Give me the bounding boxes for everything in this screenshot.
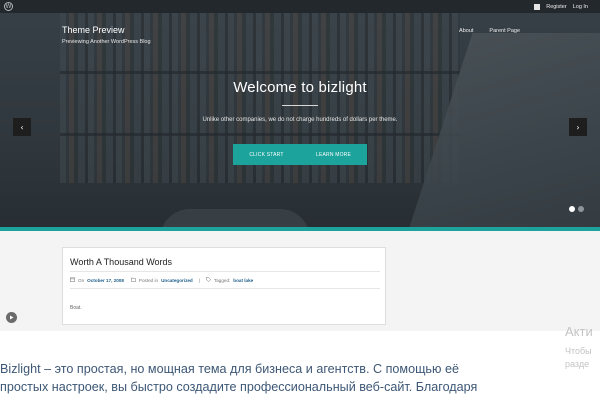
post-date[interactable]: October 17, 2008: [87, 278, 124, 283]
post-card: Worth A Thousand Words On October 17, 20…: [62, 247, 386, 325]
hero-divider: [282, 105, 318, 106]
slider-dot-1[interactable]: [569, 206, 575, 212]
admin-bar: W Register Log In: [0, 0, 600, 13]
theme-description-line: Bizlight – это простая, но мощная тема д…: [0, 362, 459, 376]
post-excerpt: Boat.: [70, 305, 82, 311]
main-nav: About Parent Page: [459, 28, 520, 34]
slider-prev-button[interactable]: ‹: [13, 118, 31, 136]
learn-more-button[interactable]: LEARN MORE: [300, 144, 367, 165]
post-meta: On October 17, 2008 Posted in Uncategori…: [70, 277, 253, 283]
login-link[interactable]: Log In: [573, 4, 588, 10]
site-description: Previewing Another WordPress Blog: [62, 39, 151, 45]
slider-dots: [569, 206, 584, 212]
divider: [70, 271, 380, 272]
slider-next-button[interactable]: ›: [569, 118, 587, 136]
wordpress-icon[interactable]: W: [4, 2, 13, 11]
hero-slider: Theme Preview Previewing Another WordPre…: [0, 13, 600, 227]
register-icon: [534, 3, 541, 10]
theme-description-line: простых настроек, вы быстро создадите пр…: [0, 380, 478, 394]
slider-dot-2[interactable]: [578, 206, 584, 212]
activate-windows-title: Акти: [565, 324, 593, 339]
divider: [70, 288, 380, 289]
page: W Register Log In Theme Preview Previewi…: [0, 0, 600, 400]
post-meta-tagged: Tagged:: [213, 277, 231, 283]
post-tag[interactable]: boat lake: [233, 278, 253, 283]
play-icon: [10, 315, 14, 320]
post-meta-posted-in: Posted in: [138, 277, 159, 283]
hero-title: Welcome to bizlight: [233, 79, 367, 96]
admin-bar-actions: Register Log In: [534, 0, 588, 13]
click-start-button[interactable]: CLICK START: [233, 144, 300, 165]
folder-icon: [130, 277, 136, 283]
nav-item-parent-page[interactable]: Parent Page: [489, 28, 520, 34]
meta-separator: |: [198, 277, 200, 283]
post-category[interactable]: Uncategorized: [161, 278, 193, 283]
play-button[interactable]: [6, 312, 17, 323]
activate-windows-line: Чтобы: [565, 346, 592, 356]
post-meta-on: On: [78, 277, 85, 283]
hero-subtitle: Unlike other companies, we do not charge…: [202, 117, 398, 123]
calendar-icon: [70, 277, 75, 283]
post-title[interactable]: Worth A Thousand Words: [70, 257, 172, 267]
chevron-left-icon: ‹: [20, 122, 24, 132]
tag-icon: [206, 277, 211, 283]
nav-item-about[interactable]: About: [459, 28, 473, 34]
site-title[interactable]: Theme Preview: [62, 25, 125, 35]
register-link[interactable]: Register: [546, 4, 566, 10]
theme-description: Bizlight – это простая, но мощная тема д…: [0, 360, 600, 396]
chevron-right-icon: ›: [576, 122, 580, 132]
